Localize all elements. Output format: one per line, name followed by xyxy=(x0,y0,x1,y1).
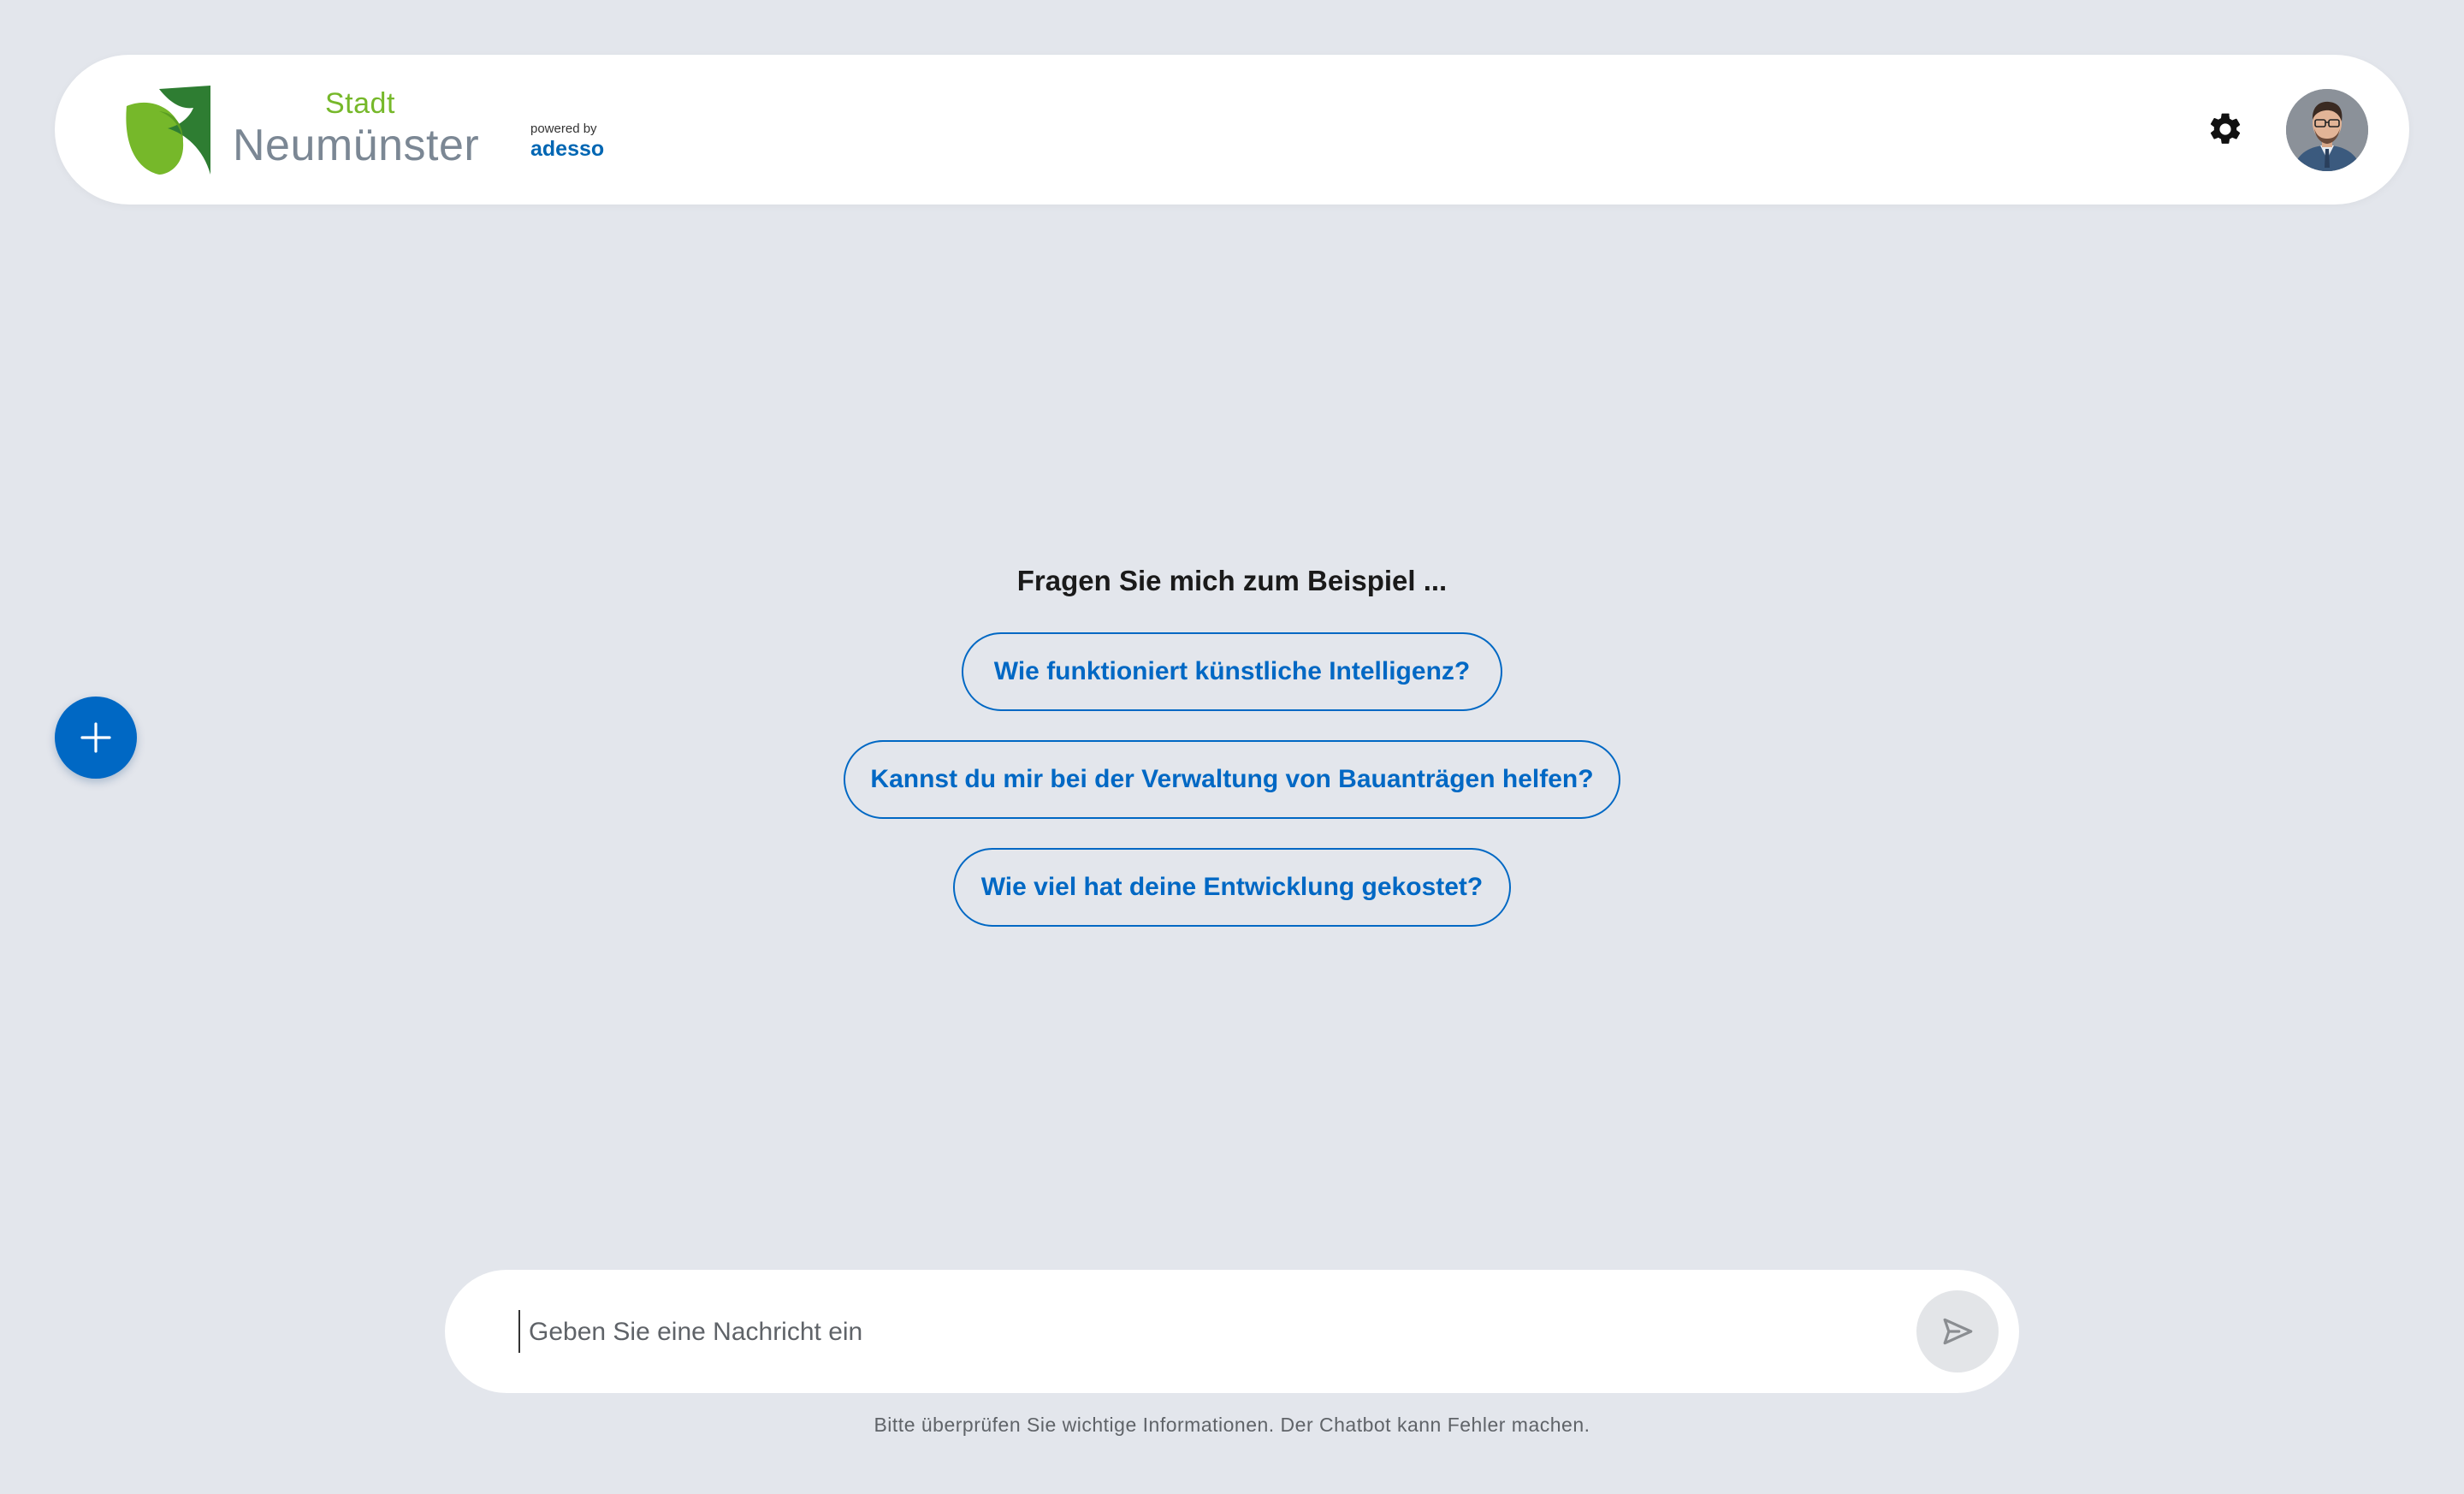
powered-by-brand: adesso xyxy=(530,137,605,161)
suggestion-chip-ai[interactable]: Wie funktioniert künstliche Intelligenz? xyxy=(962,632,1502,711)
send-icon xyxy=(1943,1318,1973,1345)
new-chat-button[interactable] xyxy=(55,697,137,779)
logo-city-name: Neumünster xyxy=(233,121,480,170)
disclaimer-text: Bitte überprüfen Sie wichtige Informatio… xyxy=(874,1414,1590,1436)
logo-stadt-text: Stadt xyxy=(325,87,395,120)
top-header: Stadt Neumünster powered by adesso xyxy=(55,55,2409,205)
message-composer xyxy=(445,1270,2019,1393)
suggestion-chip-development-cost[interactable]: Wie viel hat deine Entwicklung gekostet? xyxy=(953,848,1511,927)
city-logo[interactable]: Stadt Neumünster xyxy=(121,86,481,175)
plus-icon xyxy=(80,722,111,753)
send-button[interactable] xyxy=(1916,1290,1999,1372)
message-input[interactable] xyxy=(527,1301,1899,1364)
powered-by-label: powered by xyxy=(530,122,597,136)
suggestions-title: Fragen Sie mich zum Beispiel ... xyxy=(1016,565,1448,596)
powered-by: powered by adesso xyxy=(530,122,604,161)
leaf-logo-icon xyxy=(126,86,210,175)
user-avatar[interactable] xyxy=(2286,89,2368,171)
user-avatar-image xyxy=(2286,89,2368,171)
gear-icon xyxy=(2210,113,2241,144)
suggestion-chip-building-permits[interactable]: Kannst du mir bei der Verwaltung von Bau… xyxy=(844,740,1620,819)
chat-page: Stadt Neumünster powered by adesso Frage… xyxy=(0,0,2464,1494)
settings-button[interactable] xyxy=(2204,108,2247,151)
text-caret xyxy=(518,1310,520,1353)
